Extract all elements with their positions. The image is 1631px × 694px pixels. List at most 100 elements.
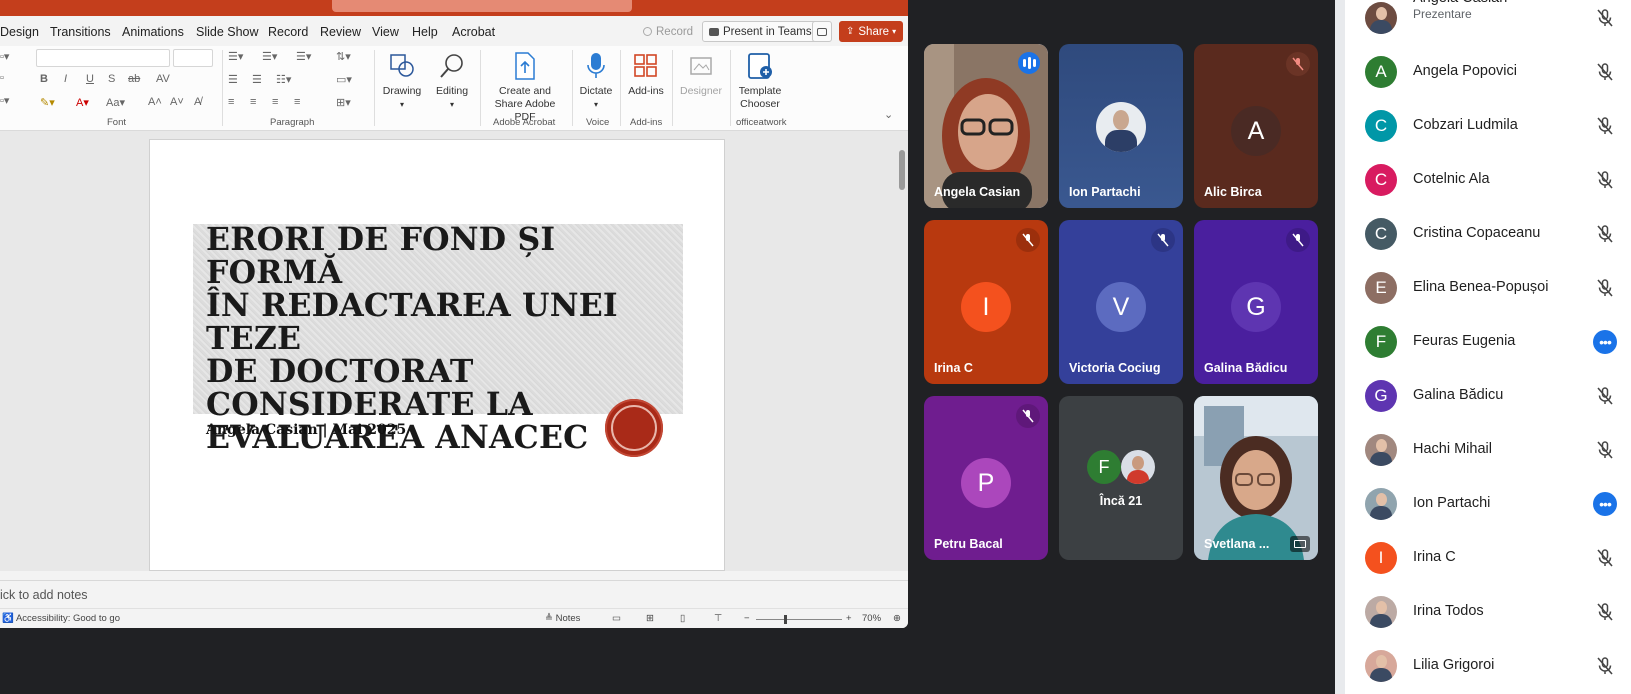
mic-off-icon[interactable]	[1593, 600, 1617, 624]
zoom-slider[interactable]	[756, 615, 842, 624]
highlight-icon[interactable]: ✎▾	[40, 96, 55, 109]
notes-button[interactable]: ≜ Notes	[545, 613, 580, 624]
share-button[interactable]: ⇪ Share ▾	[839, 21, 904, 42]
underline-icon[interactable]: U	[86, 73, 94, 85]
search-box[interactable]	[332, 0, 632, 12]
italic-icon[interactable]: I	[64, 73, 67, 85]
slideshow-icon[interactable]: ⊤	[714, 613, 722, 624]
shrink-font-icon[interactable]: A˅	[170, 96, 184, 108]
decrease-indent-icon[interactable]: ☰	[228, 73, 238, 86]
participant-tile[interactable]: P Petru Bacal	[924, 396, 1048, 560]
reading-view-icon[interactable]: ▯	[680, 613, 685, 624]
mic-off-icon[interactable]	[1593, 654, 1617, 678]
participant-row[interactable]: F Feuras Eugenia •••	[1345, 314, 1631, 370]
tab-record[interactable]: Record	[268, 25, 308, 39]
font-color-icon[interactable]: A▾	[76, 96, 89, 109]
tab-review[interactable]: Review	[320, 25, 361, 39]
zoom-out-icon[interactable]: −	[744, 613, 750, 624]
zoom-slider-thumb[interactable]	[784, 615, 787, 624]
designer-button[interactable]: Designer	[676, 50, 726, 98]
tab-slide-show[interactable]: Slide Show	[196, 25, 259, 39]
more-options-icon[interactable]: •••	[1593, 330, 1617, 354]
more-options-icon[interactable]: •••	[1593, 492, 1617, 516]
participant-tile[interactable]: Svetlana ...	[1194, 396, 1318, 560]
participant-row[interactable]: G Galina Bădicu	[1345, 368, 1631, 424]
slide-subtitle[interactable]: Angela Casian | Mai 2025	[206, 422, 406, 438]
normal-view-icon[interactable]: ▭	[612, 613, 621, 624]
zoom-in-icon[interactable]: +	[846, 613, 852, 624]
participant-row[interactable]: Hachi Mihail	[1345, 422, 1631, 478]
layout-icon[interactable]: ▫	[0, 72, 4, 84]
scrollbar-thumb[interactable]	[899, 150, 905, 190]
grow-font-icon[interactable]: A˄	[148, 96, 162, 108]
increase-indent-icon[interactable]: ☰	[252, 73, 262, 86]
record-button[interactable]: Record	[636, 21, 700, 42]
participant-row[interactable]: C Cobzari Ludmila	[1345, 98, 1631, 154]
align-center-icon[interactable]: ≡	[250, 96, 256, 108]
tab-design[interactable]: Design	[0, 25, 39, 39]
create-share-pdf-button[interactable]: Create and Share Adobe PDF	[484, 50, 566, 124]
align-left-icon[interactable]: ≡	[228, 96, 234, 108]
mic-off-icon[interactable]	[1593, 384, 1617, 408]
notes-pane[interactable]: ick to add notes	[0, 580, 908, 608]
comments-button[interactable]	[812, 21, 832, 42]
columns-icon[interactable]: ☷▾	[276, 73, 291, 86]
participant-tile[interactable]: V Victoria Cociug	[1059, 220, 1183, 384]
accessibility-status[interactable]: ♿ Accessibility: Good to go	[2, 613, 120, 624]
section-icon[interactable]: ▫▾	[0, 94, 9, 107]
participant-tile[interactable]: I Irina C	[924, 220, 1048, 384]
font-size-select[interactable]	[173, 49, 213, 67]
paste-icon[interactable]: ▫▾	[0, 50, 9, 63]
mic-off-icon[interactable]	[1593, 438, 1617, 462]
mic-off-icon[interactable]	[1593, 60, 1617, 84]
addins-button[interactable]: Add-ins	[624, 50, 668, 98]
participant-row[interactable]: Ion Partachi •••	[1345, 476, 1631, 532]
bullets-icon[interactable]: ☰▾	[228, 50, 243, 63]
numbering-icon[interactable]: ☰▾	[262, 50, 277, 63]
shadow-icon[interactable]: S	[108, 73, 115, 85]
change-case-icon[interactable]: Aa▾	[106, 96, 125, 109]
participant-row[interactable]: C Cotelnic Ala	[1345, 152, 1631, 208]
participant-row[interactable]: Angela CasianPrezentare	[1345, 0, 1631, 46]
clear-format-icon[interactable]: A̸	[194, 96, 201, 108]
participant-tile[interactable]: Ion Partachi	[1059, 44, 1183, 208]
collapse-ribbon-icon[interactable]: ⌄	[884, 108, 893, 121]
participant-row[interactable]: Irina Todos	[1345, 584, 1631, 640]
editing-button[interactable]: Editing ▾	[430, 50, 474, 111]
mic-off-icon[interactable]	[1593, 222, 1617, 246]
smartart-icon[interactable]: ⊞▾	[336, 96, 351, 109]
tab-transitions[interactable]: Transitions	[50, 25, 111, 39]
template-chooser-button[interactable]: Template Chooser	[734, 50, 786, 111]
fit-slide-icon[interactable]: ⊕	[893, 613, 901, 624]
zoom-level[interactable]: 70%	[862, 613, 881, 624]
mic-off-icon[interactable]	[1593, 168, 1617, 192]
font-family-select[interactable]	[36, 49, 170, 67]
more-participants-tile[interactable]: F Încă 21	[1059, 396, 1183, 560]
align-text-icon[interactable]: ▭▾	[336, 73, 352, 86]
participant-row[interactable]: C Cristina Copaceanu	[1345, 206, 1631, 262]
slide[interactable]: ERORI DE FOND ȘI FORMĂ ÎN REDACTAREA UNE…	[149, 139, 725, 571]
tab-view[interactable]: View	[372, 25, 399, 39]
line-spacing-icon[interactable]: ☰▾	[296, 50, 311, 63]
participant-row[interactable]: E Elina Benea-Popușoi	[1345, 260, 1631, 316]
participant-row[interactable]: I Irina C	[1345, 530, 1631, 586]
mic-off-icon[interactable]	[1593, 6, 1617, 30]
tab-acrobat[interactable]: Acrobat	[452, 25, 495, 39]
drawing-button[interactable]: Drawing ▾	[380, 50, 424, 111]
bold-icon[interactable]: B	[40, 73, 48, 85]
text-direction-icon[interactable]: ⇅▾	[336, 50, 351, 63]
tab-animations[interactable]: Animations	[122, 25, 184, 39]
tab-help[interactable]: Help	[412, 25, 438, 39]
slide-sorter-icon[interactable]: ⊞	[646, 613, 654, 624]
participant-row[interactable]: Lilia Grigoroi	[1345, 638, 1631, 694]
participant-tile[interactable]: G Galina Bădicu	[1194, 220, 1318, 384]
justify-icon[interactable]: ≡	[294, 96, 300, 108]
participant-row[interactable]: A Angela Popovici	[1345, 44, 1631, 100]
present-in-teams-button[interactable]: Present in Teams	[702, 21, 819, 42]
char-spacing-icon[interactable]: AV	[156, 73, 170, 85]
mic-off-icon[interactable]	[1593, 114, 1617, 138]
mic-off-icon[interactable]	[1593, 546, 1617, 570]
strikethrough-icon[interactable]: ab	[128, 73, 140, 85]
align-right-icon[interactable]: ≡	[272, 96, 278, 108]
dictate-button[interactable]: Dictate ▾	[576, 50, 616, 111]
